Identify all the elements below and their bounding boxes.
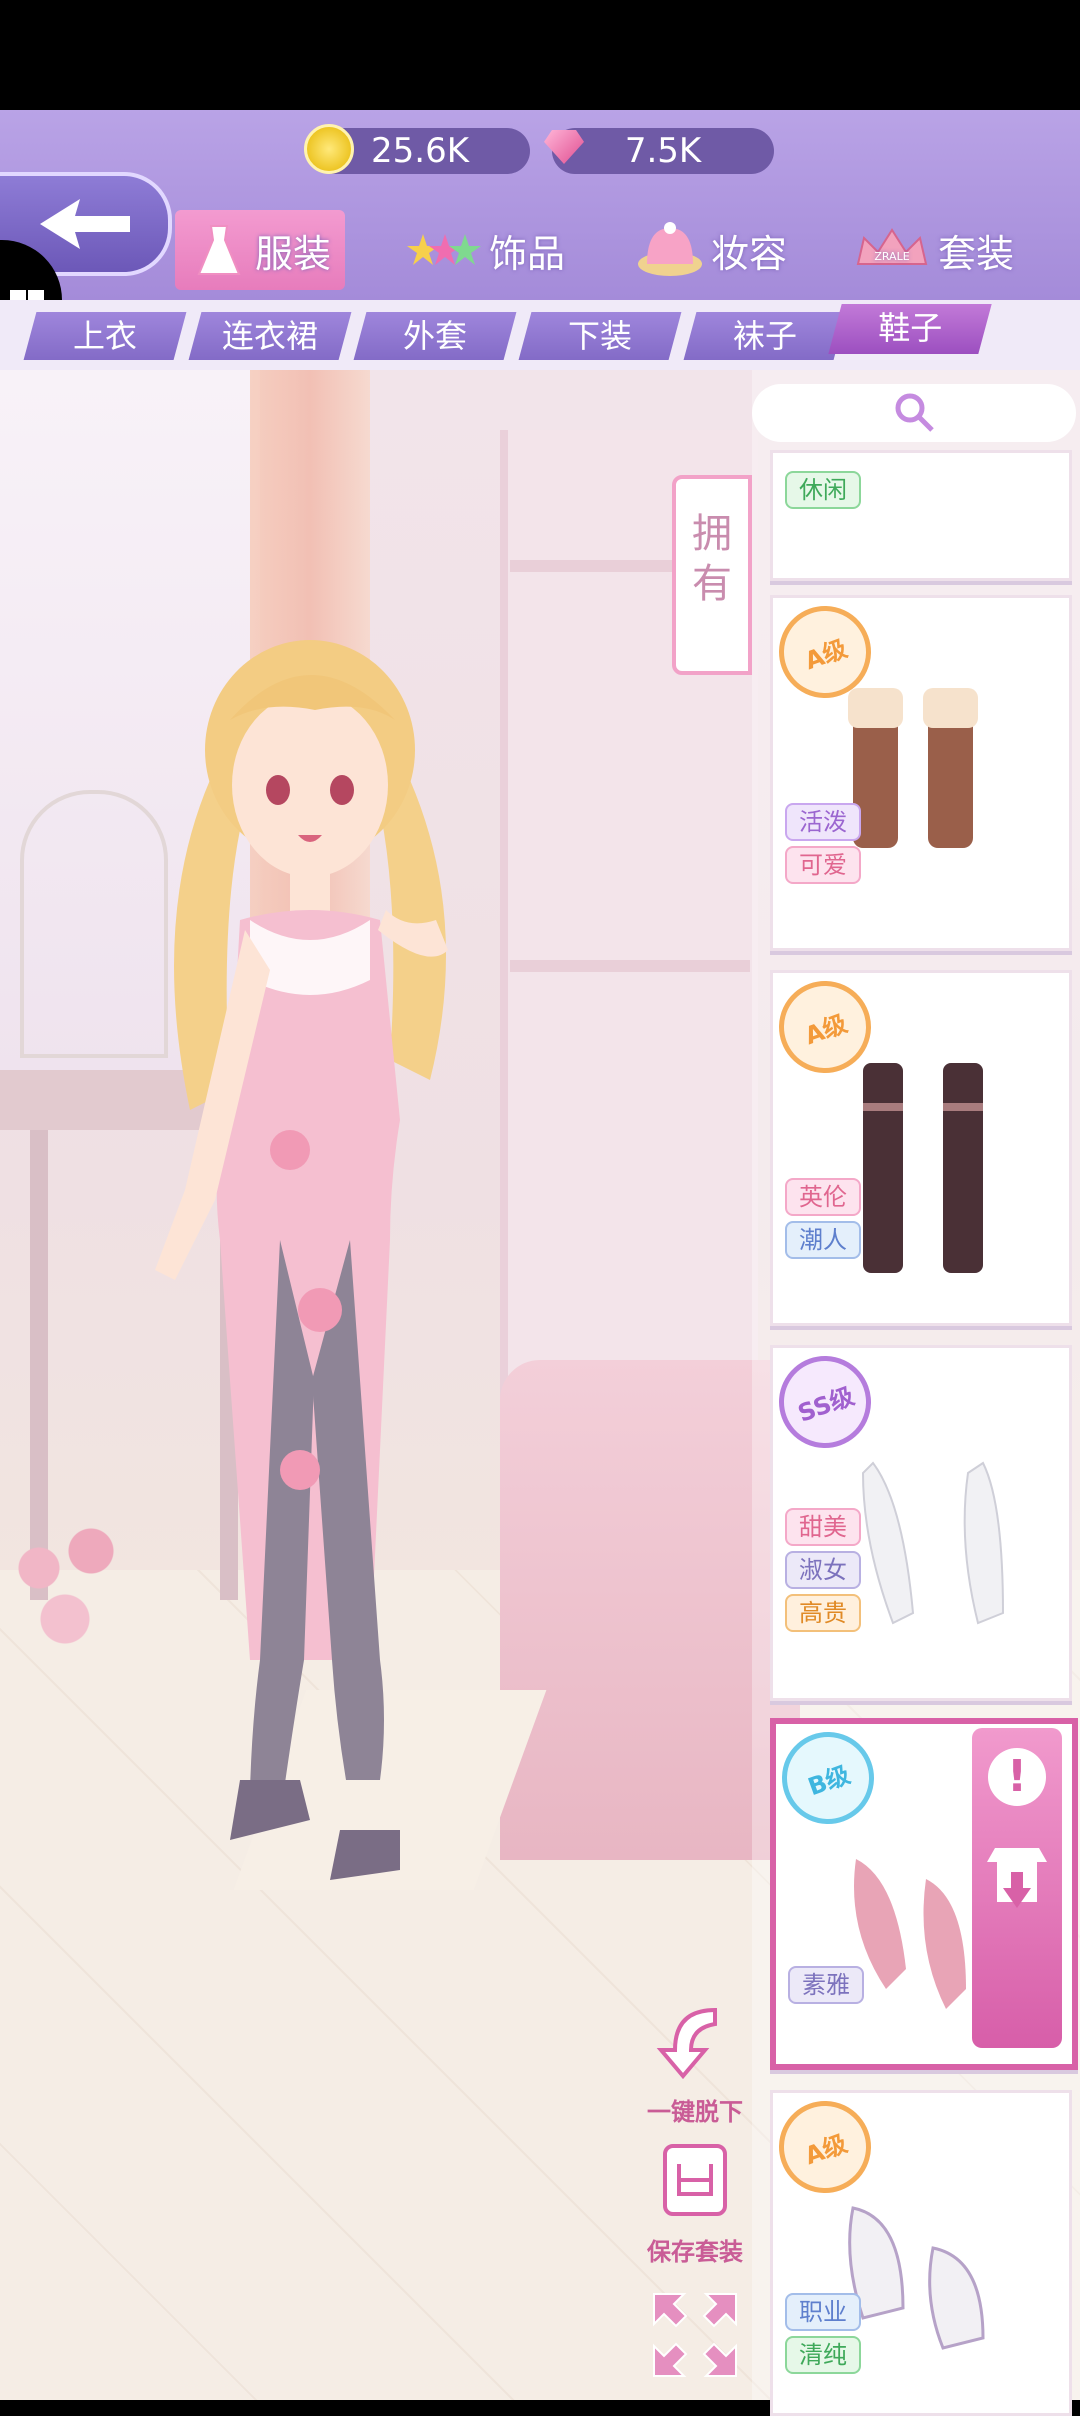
shoe-item-card[interactable]: A级 活泼 可爱: [766, 593, 1072, 951]
shoe-item-card[interactable]: A级 职业 清纯: [766, 2088, 1072, 2416]
item-info-icon[interactable]: !: [988, 1748, 1046, 1806]
mary-jane-shoes-image: [848, 2206, 985, 2350]
subtab-label: 袜子: [732, 317, 797, 355]
shoe-item-card[interactable]: SS级 甜美 淑女 高贵: [766, 1343, 1072, 1701]
shoe-item-card[interactable]: 休闲: [770, 450, 1072, 581]
subtab-coats[interactable]: 外套: [353, 312, 517, 360]
pink-strap-shoes-image: [854, 1859, 966, 2009]
style-tag: 英伦: [785, 1178, 861, 1216]
search-button[interactable]: [752, 384, 1076, 442]
style-tag: 休闲: [785, 471, 861, 509]
subtab-socks[interactable]: 袜子: [683, 312, 847, 360]
shoe-item-card[interactable]: A级 英伦 潮人: [766, 968, 1072, 1326]
subtab-dresses[interactable]: 连衣裙: [188, 312, 352, 360]
category-label: 套装: [938, 231, 1015, 276]
category-label: 服装: [255, 231, 332, 276]
style-tag: 职业: [785, 2293, 861, 2331]
subtab-bottoms[interactable]: 下装: [518, 312, 682, 360]
black-boots-image: [863, 1063, 983, 1273]
coin-icon: [304, 124, 354, 174]
expand-icon: [653, 2293, 737, 2377]
subtab-label: 鞋子: [878, 309, 943, 347]
diamond-counter: 7.5K: [544, 128, 774, 174]
undress-label: 一键脱下: [647, 2098, 743, 2126]
subtab-label: 上衣: [72, 317, 137, 355]
save-outfit-button[interactable]: 保存套装: [640, 2140, 750, 2267]
search-icon: [895, 393, 934, 432]
category-accessories[interactable]: 饰品: [405, 210, 565, 290]
save-outfit-label: 保存套装: [647, 2238, 743, 2266]
hat-icon: [635, 220, 705, 280]
fullscreen-button[interactable]: [640, 2290, 750, 2386]
subtab-label: 外套: [402, 317, 467, 355]
category-suits[interactable]: ZRALE 套装: [852, 210, 1014, 290]
white-heels-image: [861, 1461, 1005, 1625]
item-action-strip: !: [972, 1728, 1062, 2048]
diamond-value: 7.5K: [624, 131, 702, 171]
style-tag: 可爱: [785, 846, 861, 884]
category-makeup[interactable]: 妆容: [635, 210, 787, 290]
wear-item-icon[interactable]: [985, 1838, 1049, 1918]
owned-tab-char: 有: [692, 561, 732, 607]
back-arrow-icon: [40, 199, 130, 249]
subtab-label: 连衣裙: [221, 317, 318, 355]
status-bar: [0, 0, 1080, 110]
category-label: 饰品: [489, 231, 566, 276]
dress-icon: [189, 220, 249, 280]
style-tag: 活泼: [785, 803, 861, 841]
save-outfit-icon: [663, 2144, 727, 2216]
subcategory-bar: 上衣 连衣裙 外套 下装 袜子 鞋子: [0, 300, 1080, 370]
crown-icon: ZRALE: [852, 220, 932, 280]
style-tag: 甜美: [785, 1508, 861, 1546]
category-clothing[interactable]: 服装: [175, 210, 346, 290]
crown-text: ZRALE: [874, 250, 909, 263]
subtab-shoes[interactable]: 鞋子: [828, 304, 992, 354]
coin-counter: 25.6K: [304, 124, 530, 174]
undress-all-button[interactable]: 一键脱下: [640, 2000, 750, 2127]
style-tag: 素雅: [788, 1966, 864, 2004]
coin-value: 25.6K: [371, 131, 469, 171]
undo-arrow-icon: [656, 2007, 717, 2080]
style-tag: 淑女: [785, 1551, 861, 1589]
owned-filter-tab[interactable]: 拥 有: [672, 475, 752, 675]
character-avatar: [155, 640, 448, 1880]
category-label: 妆容: [711, 231, 788, 276]
style-tag: 高贵: [785, 1594, 861, 1632]
owned-tab-char: 拥: [692, 511, 732, 557]
diamond-icon: [544, 130, 584, 164]
subtab-tops[interactable]: 上衣: [23, 312, 187, 360]
stars-icon: [405, 220, 483, 280]
subtab-label: 下装: [567, 317, 632, 355]
style-tag: 清纯: [785, 2336, 861, 2374]
style-tag: 潮人: [785, 1221, 861, 1259]
